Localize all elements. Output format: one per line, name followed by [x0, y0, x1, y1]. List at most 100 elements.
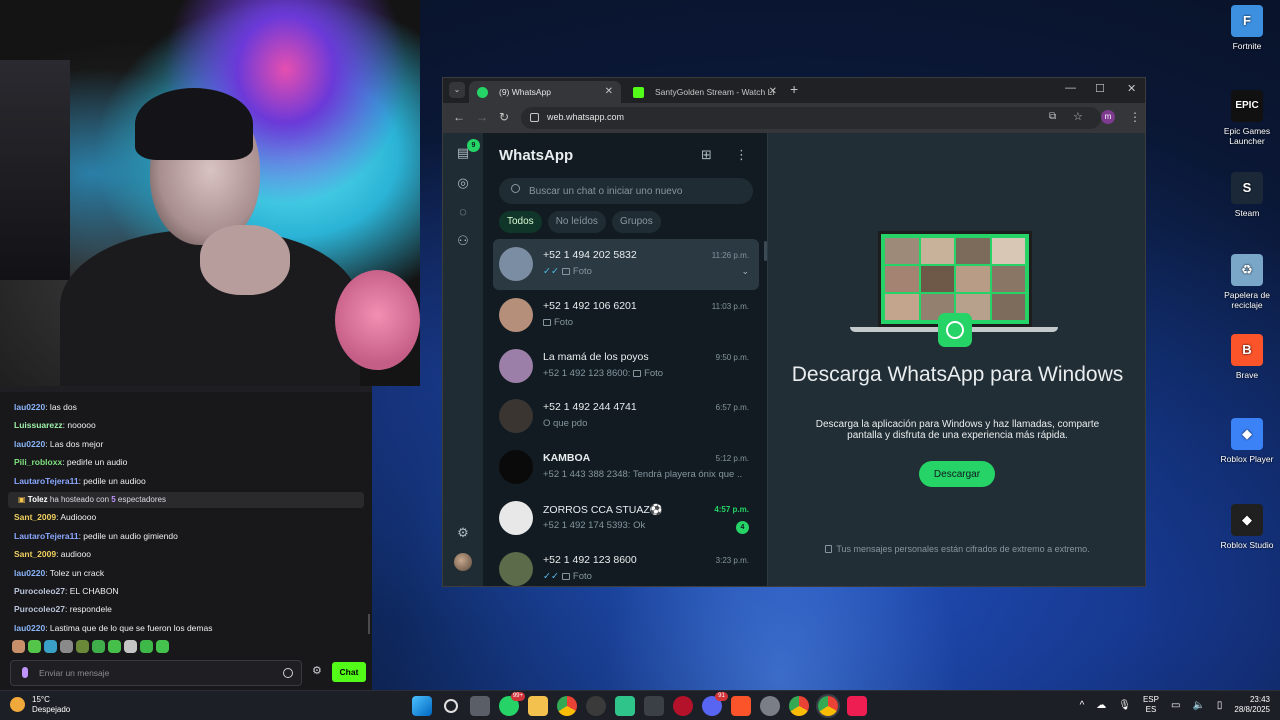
chat-avatar[interactable] [499, 551, 533, 586]
chat-username[interactable]: Purocoleo27 [14, 586, 65, 596]
capcut-icon[interactable] [644, 696, 664, 716]
chat-row[interactable]: La mamá de los poyos 9:50 p.m. +52 1 492 1… [493, 341, 759, 392]
settings-icon[interactable] [760, 696, 780, 716]
address-bar[interactable]: web.whatsapp.com ⧉ ☆ [521, 107, 1101, 129]
microphone-tray-icon[interactable]: 🎙 [1118, 700, 1131, 711]
brave-icon[interactable] [731, 696, 751, 716]
chat-message-input[interactable] [39, 665, 279, 681]
chat-avatar[interactable] [499, 399, 533, 434]
discord-icon[interactable]: 91 [702, 692, 728, 716]
chat-username[interactable]: lau0220 [14, 623, 45, 633]
opera-icon[interactable] [673, 696, 693, 716]
clock[interactable]: 23:43 28/8/2025 [1234, 695, 1270, 715]
chat-username[interactable]: Sant_2009 [14, 549, 56, 559]
host-user[interactable]: Tolez [28, 495, 48, 504]
close-tab-icon[interactable]: ✕ [769, 81, 777, 103]
tab-stream[interactable]: SantyGolden Stream - Watch Li ✕ [625, 81, 785, 103]
chat-row[interactable]: +52 1 494 202 5832 11:26 p.m. ✓✓ Foto ⌄ [493, 239, 759, 290]
chat-username[interactable]: lau0220 [14, 402, 45, 412]
chat-username[interactable]: Pili_robloxx [14, 457, 62, 467]
new-tab-icon[interactable]: + [790, 81, 798, 97]
network-icon[interactable]: ▭ [1171, 700, 1180, 711]
chat-scrollbar[interactable] [368, 614, 370, 634]
emote-icon[interactable] [92, 640, 105, 653]
file-explorer-icon[interactable] [528, 696, 548, 716]
menu-icon[interactable]: ⋮ [735, 147, 748, 163]
chrome-icon[interactable] [557, 696, 577, 716]
download-button[interactable]: Descargar [919, 461, 995, 487]
task-view-icon[interactable] [470, 696, 490, 716]
filter-chip-no-le-dos[interactable]: No leídos [547, 211, 606, 233]
filter-chip-grupos[interactable]: Grupos [611, 211, 661, 233]
chat-search-input[interactable] [529, 183, 739, 199]
search-icon[interactable] [444, 699, 458, 713]
chat-send-button[interactable]: Chat [332, 662, 366, 682]
new-chat-icon[interactable]: ⊞ [701, 147, 712, 163]
emote-icon[interactable] [156, 640, 169, 653]
browser-menu-icon[interactable]: ⋮ [1129, 110, 1141, 124]
chat-avatar[interactable] [499, 297, 533, 332]
emote-icon[interactable] [108, 640, 121, 653]
emote-icon[interactable] [140, 640, 153, 653]
install-app-icon[interactable]: ⧉ [1049, 111, 1056, 122]
emote-icon[interactable] [76, 640, 89, 653]
chat-avatar[interactable] [499, 247, 533, 281]
profile-avatar[interactable]: m [1101, 110, 1115, 124]
whatsapp-taskbar-icon[interactable]: 99+ [499, 692, 525, 716]
close-window-icon[interactable]: ✕ [1127, 82, 1136, 95]
chrome-active-icon[interactable] [818, 696, 838, 716]
desktop-icon-roblox-player[interactable]: ◆ Roblox Player [1212, 418, 1280, 464]
cloud-icon[interactable]: ☁ [1096, 700, 1106, 711]
tab-whatsapp[interactable]: (9) WhatsApp ✕ [469, 81, 621, 103]
chevron-down-icon[interactable]: ⌄ [741, 266, 749, 277]
chat-row[interactable]: KAMBOA 5:12 p.m. +52 1 443 388 2348: Tendr… [493, 442, 759, 493]
chat-list-scrollbar[interactable] [764, 241, 767, 261]
bookmark-star-icon[interactable]: ☆ [1073, 110, 1083, 123]
chat-row[interactable]: ZORROS CCA STUAZ⚽ 4:57 p.m. +52 1 492 174 … [493, 493, 759, 544]
chat-avatar[interactable] [499, 348, 533, 383]
desktop-icon-epic-games-launcher[interactable]: EPIC Epic Games Launcher [1212, 90, 1280, 146]
language-indicator[interactable]: ESP ES [1143, 695, 1159, 715]
chat-row[interactable]: +52 1 492 106 6201 11:03 p.m. Foto [493, 290, 759, 341]
weather-widget[interactable]: 15°C Despejado [10, 695, 70, 715]
chat-username[interactable]: lau0220 [14, 568, 45, 578]
emote-icon[interactable] [60, 640, 73, 653]
emote-icon[interactable] [12, 640, 25, 653]
emote-icon[interactable] [28, 640, 41, 653]
chat-username[interactable]: Purocoleo27 [14, 604, 65, 614]
filter-chip-todos[interactable]: Todos [499, 211, 542, 233]
emoji-icon[interactable] [283, 668, 293, 678]
gear-icon[interactable]: ⚙ [312, 666, 322, 677]
desktop-icon-fortnite[interactable]: F Fortnite [1212, 5, 1280, 51]
obs-icon[interactable] [586, 696, 606, 716]
chat-row[interactable]: +52 1 492 123 8600 3:23 p.m. ✓✓ Foto [493, 544, 759, 586]
forward-icon[interactable]: → [476, 110, 488, 124]
reload-icon[interactable]: ↻ [499, 110, 509, 124]
user-avatar[interactable] [454, 553, 472, 571]
battery-icon[interactable]: ▯ [1217, 700, 1223, 711]
chat-username[interactable]: Luissuarezz [14, 420, 63, 430]
chat-username[interactable]: Sant_2009 [14, 512, 56, 522]
app-icon[interactable] [615, 696, 635, 716]
minimize-icon[interactable]: — [1065, 82, 1076, 94]
chat-message-box[interactable] [10, 660, 302, 686]
microphone-icon[interactable] [22, 667, 28, 678]
channels-icon[interactable]: ◌ [455, 204, 471, 220]
chat-username[interactable]: LautaroTejera11 [14, 476, 79, 486]
desktop-icon-roblox-studio[interactable]: ◆ Roblox Studio [1212, 504, 1280, 550]
chevron-up-icon[interactable]: ^ [1080, 700, 1085, 711]
windows-start-icon[interactable] [412, 696, 432, 716]
status-icon[interactable]: ◎ [455, 175, 471, 191]
emote-icon[interactable] [124, 640, 137, 653]
chat-row[interactable]: +52 1 492 244 4741 6:57 p.m. O que pdo [493, 391, 759, 442]
tab-search-icon[interactable]: ⌄ [449, 82, 465, 98]
chat-avatar[interactable] [499, 500, 533, 535]
chat-username[interactable]: LautaroTejera11 [14, 531, 79, 541]
chat-username[interactable]: lau0220 [14, 439, 45, 449]
desktop-icon-papelera-de-reciclaje[interactable]: ♻ Papelera de reciclaje [1212, 254, 1280, 310]
maximize-icon[interactable]: ☐ [1095, 82, 1105, 95]
communities-icon[interactable]: ⚇ [455, 233, 471, 249]
chrome-profile-icon[interactable] [789, 696, 809, 716]
settings-gear-icon[interactable]: ⚙ [455, 525, 471, 541]
emote-icon[interactable] [44, 640, 57, 653]
